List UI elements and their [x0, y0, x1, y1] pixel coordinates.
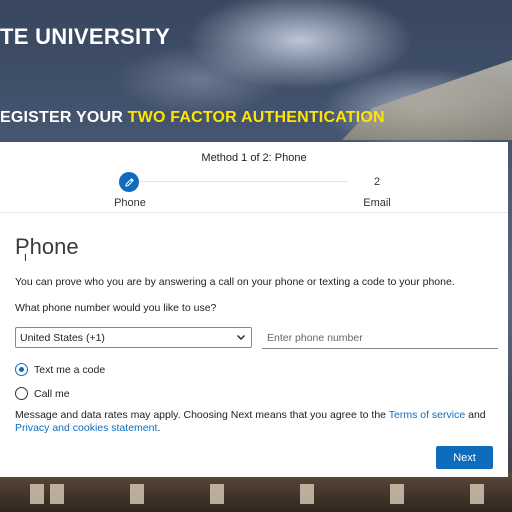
register-heading-prefix: EGISTER YOUR [0, 109, 128, 126]
country-select[interactable]: United States (+1) [15, 327, 252, 348]
option-call-me[interactable]: Call me [15, 387, 70, 400]
legal-notice: Message and data rates may apply. Choosi… [15, 409, 495, 435]
register-heading-highlight: TWO FACTOR AUTHENTICATION [127, 109, 385, 126]
option-text-me-code[interactable]: Text me a code [15, 363, 105, 376]
step-phone-indicator [119, 172, 139, 192]
phone-number-input[interactable]: Enter phone number [262, 327, 498, 349]
method-progress-label: Method 1 of 2: Phone [201, 152, 307, 164]
step-phone-label: Phone [114, 197, 146, 209]
step-email-label: Email [363, 197, 391, 209]
legal-period: . [157, 422, 161, 434]
text-cursor-icon: I [24, 253, 27, 264]
description-text: You can prove who you are by answering a… [15, 276, 455, 288]
pencil-icon [124, 177, 134, 187]
campus-ground [0, 472, 512, 512]
option-text-me-code-label: Text me a code [34, 363, 106, 376]
mfa-setup-card: Method 1 of 2: Phone Phone 2 Email Phone… [0, 142, 508, 477]
university-name: TE UNIVERSITY [0, 24, 171, 49]
radio-unselected-icon[interactable] [15, 387, 28, 400]
step-email-number: 2 [373, 176, 381, 188]
privacy-statement-link[interactable]: Privacy and cookies statement [15, 422, 157, 434]
option-call-me-label: Call me [34, 387, 70, 400]
terms-of-service-link[interactable]: Terms of service [389, 409, 465, 421]
phone-number-placeholder: Enter phone number [267, 331, 363, 344]
chevron-down-icon [237, 335, 245, 340]
legal-and-text: and [465, 409, 486, 421]
header-divider [0, 212, 508, 213]
phone-question: What phone number would you like to use? [15, 302, 217, 314]
step-connector [138, 181, 348, 182]
legal-text: Message and data rates may apply. Choosi… [15, 409, 389, 421]
next-button[interactable]: Next [436, 446, 493, 469]
country-select-value: United States (+1) [20, 331, 105, 344]
radio-selected-icon[interactable] [15, 363, 28, 376]
register-heading: EGISTER YOUR TWO FACTOR AUTHENTICATION [0, 109, 385, 127]
wizard-steps: Phone 2 Email [0, 171, 508, 215]
